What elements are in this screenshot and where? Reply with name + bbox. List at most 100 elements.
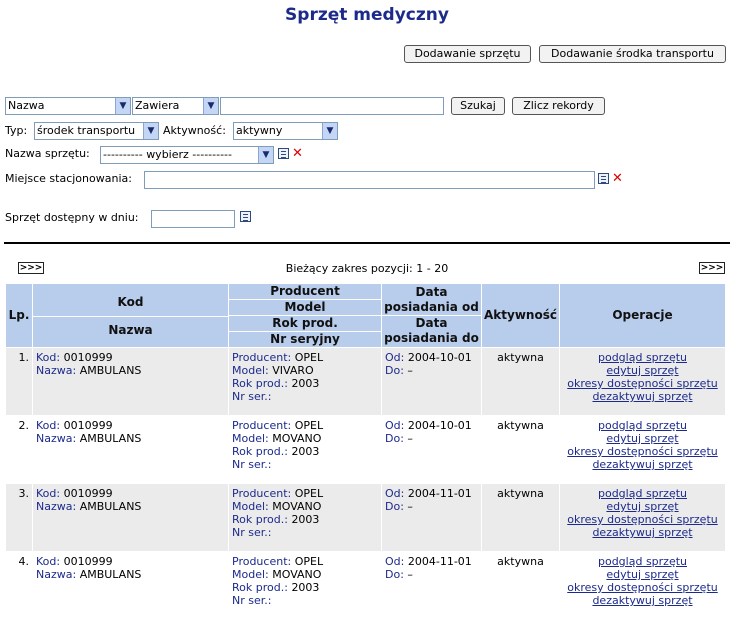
- row-activity: aktywna: [481, 415, 560, 484]
- row-activity: aktywna: [481, 551, 560, 620]
- deactivate-equipment-link[interactable]: dezaktywuj sprzęt: [592, 526, 692, 539]
- edit-equipment-link[interactable]: edytuj sprzęt: [606, 364, 678, 377]
- availability-periods-link[interactable]: okresy dostępności sprzętu: [567, 445, 718, 458]
- equipment-name-select[interactable]: ---------- wybierz ---------- ▼: [100, 146, 274, 164]
- row-operations: podgląd sprzętu edytuj sprzęt okresy dostę…: [559, 415, 726, 484]
- header-do: Data posiadania do: [382, 315, 481, 346]
- row-code-name: Kod: 0010999 Nazwa: AMBULANS: [32, 415, 229, 484]
- equipment-name-value: ---------- wybierz ----------: [103, 148, 232, 161]
- nazwa-label: Nazwa:: [36, 364, 77, 377]
- nazwa-value: AMBULANS: [79, 568, 142, 581]
- view-equipment-link[interactable]: podgląd sprzętu: [598, 555, 687, 568]
- calendar-icon[interactable]: [240, 211, 251, 222]
- view-equipment-link[interactable]: podgląd sprzętu: [598, 487, 687, 500]
- row-dates: Od: 2004-10-01 Do: –: [381, 415, 482, 484]
- row-operations: podgląd sprzętu edytuj sprzęt okresy dostę…: [559, 347, 726, 416]
- od-label: Od:: [385, 487, 405, 500]
- location-input[interactable]: [144, 171, 595, 189]
- next-page-button[interactable]: >>>: [699, 262, 725, 274]
- rok-value: 2003: [291, 377, 320, 390]
- model-label: Model:: [232, 364, 269, 377]
- view-equipment-link[interactable]: podgląd sprzętu: [598, 351, 687, 364]
- add-equipment-button[interactable]: Dodawanie sprzętu: [404, 45, 531, 63]
- table-row: 2. Kod: 0010999 Nazwa: AMBULANS Producent: …: [5, 415, 726, 484]
- producent-value: OPEL: [294, 351, 324, 364]
- model-label: Model:: [232, 568, 269, 581]
- row-lp: 4.: [5, 551, 33, 620]
- deactivate-equipment-link[interactable]: dezaktywuj sprzęt: [592, 458, 692, 471]
- row-operations: podgląd sprzętu edytuj sprzęt okresy dostę…: [559, 483, 726, 552]
- rok-value: 2003: [291, 445, 320, 458]
- rok-value: 2003: [291, 513, 320, 526]
- kod-label: Kod:: [36, 351, 61, 364]
- header-dates: Data posiadania od Data posiadania do: [381, 283, 482, 348]
- do-label: Do:: [385, 568, 404, 581]
- producent-value: OPEL: [294, 419, 324, 432]
- edit-equipment-link[interactable]: edytuj sprzęt: [606, 500, 678, 513]
- clear-icon[interactable]: ✕: [612, 172, 623, 185]
- do-label: Do:: [385, 364, 404, 377]
- view-equipment-link[interactable]: podgląd sprzętu: [598, 419, 687, 432]
- header-operacje: Operacje: [559, 283, 726, 348]
- search-button[interactable]: Szukaj: [451, 97, 505, 115]
- range-text: Bieżący zakres pozycji: 1 - 20: [285, 262, 449, 275]
- add-transport-button[interactable]: Dodawanie środka transportu: [539, 45, 726, 63]
- header-producent: Producent: [270, 284, 340, 298]
- rok-value: 2003: [291, 581, 320, 594]
- availability-periods-link[interactable]: okresy dostępności sprzętu: [567, 581, 718, 594]
- search-operator-select[interactable]: Zawiera ▼: [132, 97, 219, 115]
- clear-icon[interactable]: ✕: [292, 147, 303, 160]
- availability-periods-link[interactable]: okresy dostępności sprzętu: [567, 377, 718, 390]
- list-icon[interactable]: [278, 148, 289, 159]
- kod-value: 0010999: [63, 351, 113, 364]
- kod-label: Kod:: [36, 555, 61, 568]
- deactivate-equipment-link[interactable]: dezaktywuj sprzęt: [592, 594, 692, 607]
- header-producer-group: Producent Model Rok prod. Nr seryjny: [228, 283, 382, 348]
- od-value: 2004-10-01: [407, 351, 472, 364]
- nazwa-label: Nazwa:: [36, 432, 77, 445]
- search-field-select[interactable]: Nazwa ▼: [5, 97, 131, 115]
- activity-value: aktywny: [236, 124, 283, 137]
- model-value: MOVANO: [272, 568, 322, 581]
- header-lp: Lp.: [5, 283, 33, 348]
- activity-select[interactable]: aktywny ▼: [233, 122, 338, 140]
- od-label: Od:: [385, 419, 405, 432]
- row-producer: Producent: OPEL Model: MOVANO Rok prod.: 2…: [228, 415, 382, 484]
- row-dates: Od: 2004-11-01 Do: –: [381, 483, 482, 552]
- producent-label: Producent:: [232, 487, 292, 500]
- count-records-button[interactable]: Zlicz rekordy: [512, 97, 605, 115]
- row-producer: Producent: OPEL Model: MOVANO Rok prod.: 2…: [228, 551, 382, 620]
- type-label: Typ:: [5, 124, 28, 137]
- do-value: –: [407, 500, 413, 513]
- available-date-label: Sprzęt dostępny w dniu:: [5, 211, 139, 224]
- equipment-table: Lp. Kod Nazwa Producent Model Rok prod. …: [5, 283, 726, 620]
- kod-value: 0010999: [63, 555, 113, 568]
- producent-value: OPEL: [294, 487, 324, 500]
- rok-label: Rok prod.:: [232, 581, 288, 594]
- availability-periods-link[interactable]: okresy dostępności sprzętu: [567, 513, 718, 526]
- search-operator-value: Zawiera: [135, 99, 180, 112]
- deactivate-equipment-link[interactable]: dezaktywuj sprzęt: [592, 390, 692, 403]
- row-lp: 1.: [5, 347, 33, 416]
- header-od: Data posiadania od: [384, 285, 479, 314]
- row-lp: 2.: [5, 415, 33, 484]
- available-date-input[interactable]: [151, 210, 235, 228]
- row-code-name: Kod: 0010999 Nazwa: AMBULANS: [32, 347, 229, 416]
- do-value: –: [407, 432, 413, 445]
- page-title: Sprzęt medyczny: [285, 5, 449, 25]
- row-dates: Od: 2004-11-01 Do: –: [381, 551, 482, 620]
- table-row: 1. Kod: 0010999 Nazwa: AMBULANS Producent: …: [5, 347, 726, 416]
- search-field-value: Nazwa: [8, 99, 45, 112]
- edit-equipment-link[interactable]: edytuj sprzęt: [606, 432, 678, 445]
- list-icon[interactable]: [598, 173, 609, 184]
- type-select[interactable]: środek transportu ▼: [34, 122, 159, 140]
- od-label: Od:: [385, 351, 405, 364]
- type-value: środek transportu: [37, 124, 136, 137]
- divider: [4, 242, 730, 244]
- header-nr: Nr seryjny: [229, 331, 381, 347]
- edit-equipment-link[interactable]: edytuj sprzęt: [606, 568, 678, 581]
- model-label: Model:: [232, 500, 269, 513]
- search-input[interactable]: [220, 97, 444, 115]
- equipment-name-label: Nazwa sprzętu:: [5, 147, 90, 160]
- od-value: 2004-11-01: [407, 555, 472, 568]
